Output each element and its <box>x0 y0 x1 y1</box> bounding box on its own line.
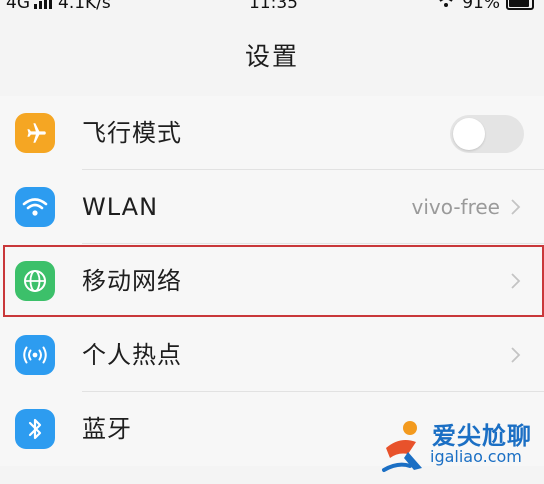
settings-item-mobile-network[interactable]: 移动网络 <box>0 244 544 318</box>
page-title: 设置 <box>244 42 299 71</box>
wlan-network-name: vivo-free <box>411 195 501 219</box>
battery-icon <box>505 0 534 10</box>
toggle-knob <box>453 118 485 150</box>
airplane-icon <box>15 113 55 153</box>
watermark-name: 爱尖尬聊 <box>432 422 532 450</box>
airplane-mode-toggle[interactable] <box>450 115 524 153</box>
status-time: 11:35 <box>248 0 298 13</box>
status-bar: 4G 4.1K/s 11:35 91% <box>0 0 544 14</box>
watermark-logo: 爱尖尬聊 igaliao.com <box>380 416 540 478</box>
bluetooth-icon <box>15 409 55 449</box>
settings-item-label: WLAN <box>82 193 159 221</box>
chevron-right-icon <box>511 347 521 363</box>
network-speed: 4.1K/s <box>58 0 111 13</box>
runner-logo-icon <box>382 421 422 472</box>
network-type: 4G <box>6 0 30 13</box>
settings-item-label: 移动网络 <box>82 267 182 295</box>
settings-item-label: 个人热点 <box>82 341 182 369</box>
settings-item-airplane-mode[interactable]: 飞行模式 <box>0 96 544 170</box>
signal-icon <box>34 0 54 14</box>
battery-level <box>508 0 529 7</box>
battery-percent: 91% <box>462 0 500 13</box>
chevron-right-icon <box>511 273 521 289</box>
settings-item-wlan[interactable]: WLAN vivo-free <box>0 170 544 244</box>
settings-item-label: 蓝牙 <box>82 415 132 443</box>
watermark-url: igaliao.com <box>430 447 522 466</box>
globe-icon <box>15 261 55 301</box>
nav-bar: 设置 <box>0 14 544 96</box>
settings-item-personal-hotspot[interactable]: 个人热点 <box>0 318 544 392</box>
settings-item-label: 飞行模式 <box>82 119 182 147</box>
hotspot-icon <box>15 335 55 375</box>
wifi-status-icon <box>436 0 456 14</box>
chevron-right-icon <box>511 199 521 215</box>
wifi-icon <box>15 187 55 227</box>
settings-list: 飞行模式 WLAN vivo-free 移动网络 个人热点 蓝牙 <box>0 96 544 466</box>
